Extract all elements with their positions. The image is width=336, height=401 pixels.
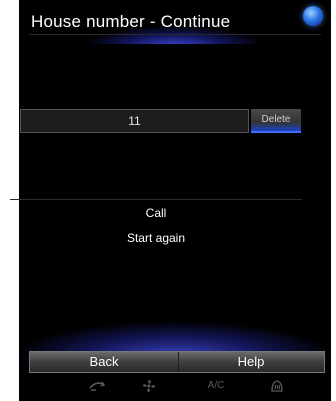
fan-icon[interactable] — [139, 379, 159, 393]
page-title: House number - Continue — [31, 12, 231, 31]
back-button[interactable]: Back — [30, 352, 179, 372]
footer-bar: Back Help — [29, 351, 325, 373]
recirculation-icon[interactable] — [87, 379, 107, 393]
help-button[interactable]: Help — [178, 352, 324, 372]
house-number-row: 11 Delete — [20, 109, 306, 133]
status-orb-icon — [303, 6, 323, 26]
divider — [10, 199, 302, 200]
ac-icon[interactable]: A/C — [201, 379, 231, 393]
defrost-icon[interactable] — [267, 379, 287, 393]
climate-status-strip: A/C — [29, 373, 325, 401]
call-option[interactable]: Call — [10, 201, 302, 225]
start-again-option[interactable]: Start again — [10, 226, 302, 250]
delete-button[interactable]: Delete — [251, 109, 301, 133]
house-number-input[interactable]: 11 — [20, 109, 249, 133]
